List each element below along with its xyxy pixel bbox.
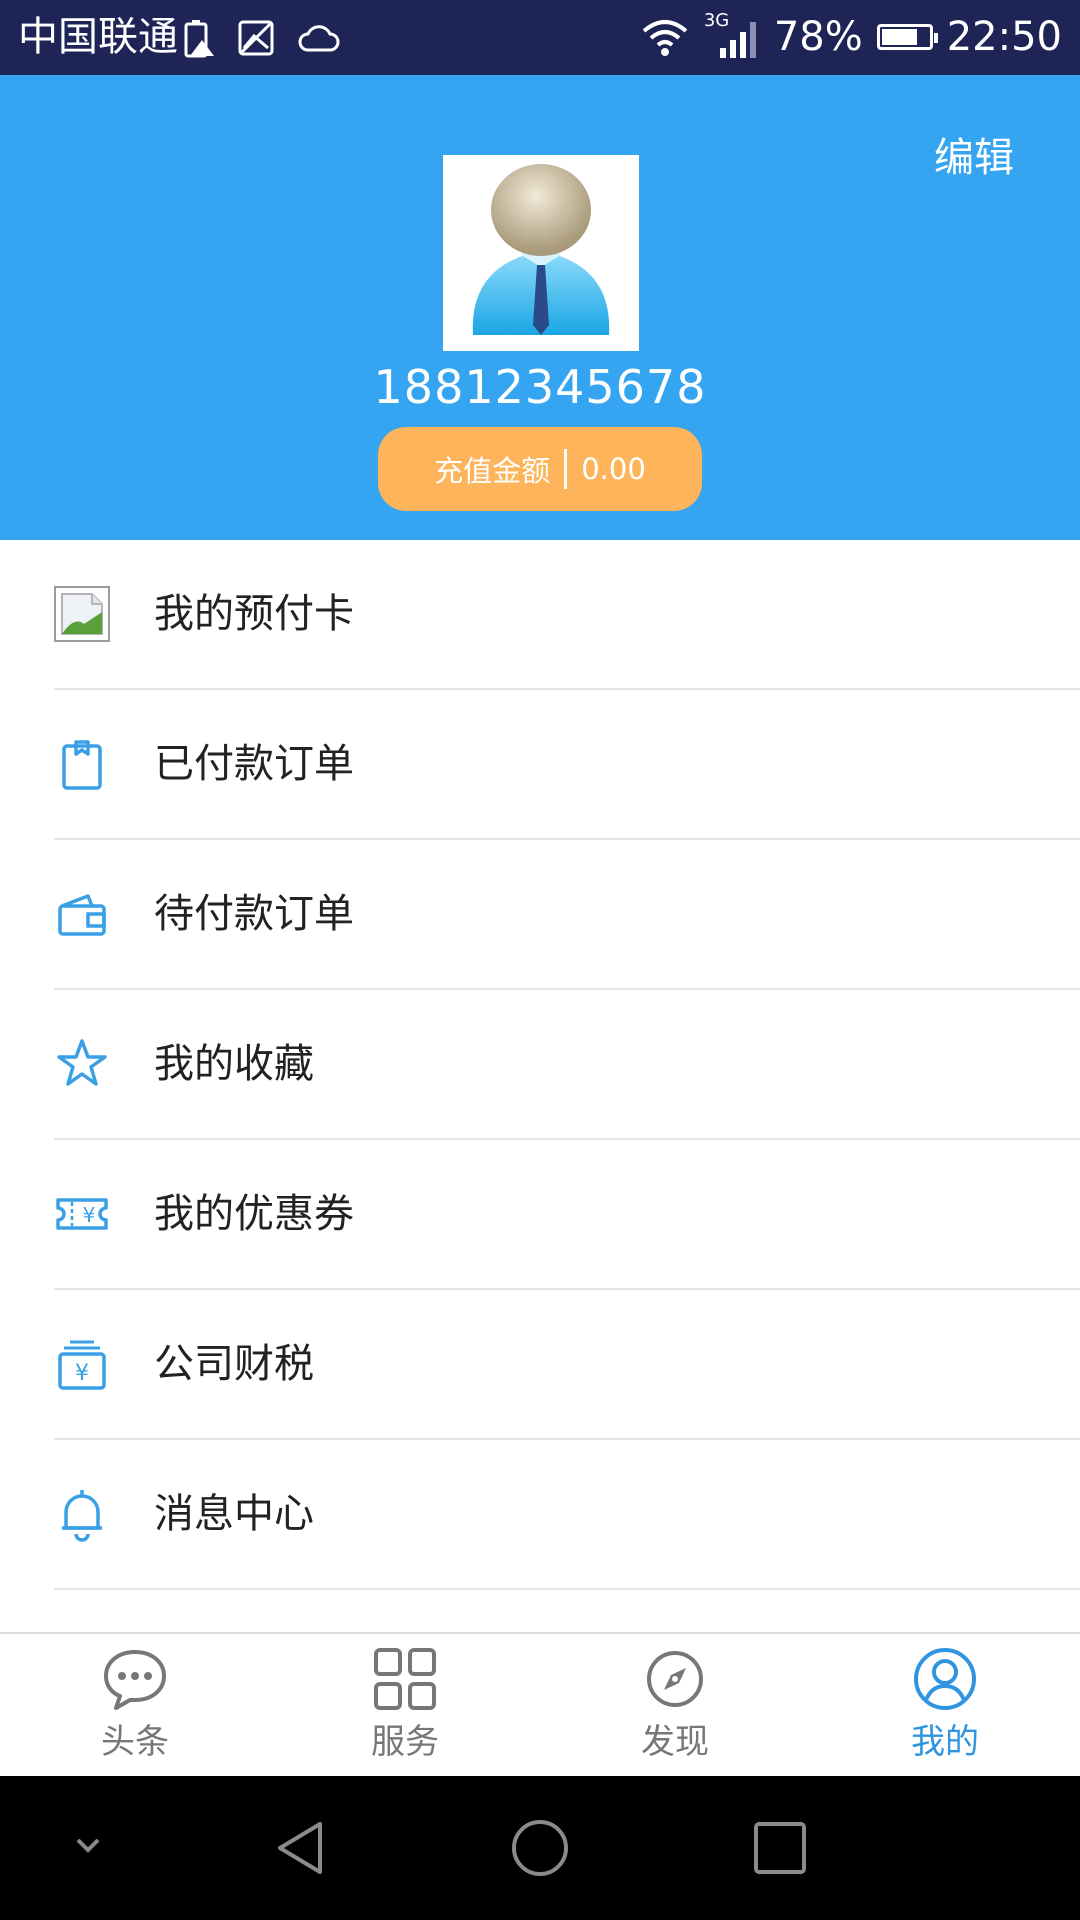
menu-item-favorites[interactable]: 我的收藏 xyxy=(54,990,1080,1140)
phone-number: 18812345678 xyxy=(373,360,707,414)
battery-level xyxy=(881,29,917,45)
finance-icon: ¥ xyxy=(58,1340,106,1390)
menu-item-messages[interactable]: 消息中心 xyxy=(54,1440,1080,1590)
clock: 22:50 xyxy=(946,14,1062,60)
menu-item-label: 已付款订单 xyxy=(154,741,354,787)
cloud-icon xyxy=(298,25,340,52)
edit-button[interactable]: 编辑 xyxy=(934,133,1014,183)
battery-icon xyxy=(876,24,938,50)
menu-item-label: 消息中心 xyxy=(154,1491,314,1537)
status-right: 3G 78% 22:50 xyxy=(640,10,1062,62)
image-icon xyxy=(238,20,274,56)
menu-item-label: 我的优惠券 xyxy=(154,1191,354,1237)
compass-icon xyxy=(647,1651,703,1707)
user-circle-icon xyxy=(914,1648,976,1710)
clipboard-icon xyxy=(62,740,102,790)
menu-item-label: 我的收藏 xyxy=(154,1041,314,1087)
signal-bars-icon xyxy=(719,22,756,58)
battery-percent: 78% xyxy=(773,14,863,60)
tab-label: 我的 xyxy=(911,1722,979,1762)
star-icon xyxy=(57,1039,107,1086)
tab-label: 头条 xyxy=(101,1722,169,1762)
menu-item-company-finance[interactable]: ¥ 公司财税 xyxy=(54,1290,1080,1440)
tab-discover[interactable]: 发现 xyxy=(540,1634,810,1778)
balance-divider xyxy=(564,449,568,489)
menu-item-pending-orders[interactable]: 待付款订单 xyxy=(54,840,1080,990)
tab-services[interactable]: 服务 xyxy=(270,1634,540,1778)
user-avatar-icon xyxy=(472,164,610,335)
menu-item-label: 公司财税 xyxy=(154,1341,314,1387)
carrier-name: 中国联通 xyxy=(18,14,178,60)
chat-bubble-icon xyxy=(104,1650,166,1710)
bell-icon xyxy=(62,1490,102,1542)
broken-image-icon xyxy=(54,586,110,642)
home-icon[interactable] xyxy=(510,1818,570,1878)
status-bar: 中国联通 3G 78% 22:50 xyxy=(0,0,1080,75)
svg-text:¥: ¥ xyxy=(83,1203,96,1227)
bottom-tab-bar: 头条 服务 发现 我的 xyxy=(0,1632,1080,1778)
tab-mine[interactable]: 我的 xyxy=(810,1634,1080,1778)
battery-alert-icon xyxy=(184,20,214,58)
recents-icon[interactable] xyxy=(752,1820,808,1876)
tab-label: 服务 xyxy=(371,1722,439,1762)
menu-item-label: 待付款订单 xyxy=(154,891,354,937)
balance-value: 0.00 xyxy=(581,452,646,486)
menu-item-prepaid-card[interactable]: 我的预付卡 xyxy=(54,540,1080,690)
cellular-signal: 3G xyxy=(704,10,760,62)
tab-label: 发现 xyxy=(641,1722,709,1762)
svg-text:¥: ¥ xyxy=(75,1361,89,1386)
tab-headlines[interactable]: 头条 xyxy=(0,1634,270,1778)
grid-icon xyxy=(374,1648,436,1710)
coupon-icon: ¥ xyxy=(56,1198,108,1230)
menu-item-paid-orders[interactable]: 已付款订单 xyxy=(54,690,1080,840)
menu-list: 我的预付卡 已付款订单 待付款订单 我的收藏 ¥ 我的优惠券 ¥ 公司财税 消息… xyxy=(0,540,1080,1590)
wallet-icon xyxy=(58,894,106,936)
hide-keyboard-icon[interactable] xyxy=(72,1834,104,1858)
notification-icons xyxy=(182,16,340,60)
system-nav-bar xyxy=(0,1776,1080,1920)
menu-item-label: 我的预付卡 xyxy=(154,591,354,637)
balance-label: 充值金额 xyxy=(434,454,551,488)
avatar[interactable] xyxy=(443,155,639,351)
profile-header: 编辑 18812345678 充值金额 0.00 xyxy=(0,75,1080,540)
balance-pill[interactable]: 充值金额 0.00 xyxy=(378,427,702,511)
back-icon[interactable] xyxy=(272,1818,328,1878)
menu-item-coupons[interactable]: ¥ 我的优惠券 xyxy=(54,1140,1080,1290)
wifi-icon xyxy=(642,20,688,56)
